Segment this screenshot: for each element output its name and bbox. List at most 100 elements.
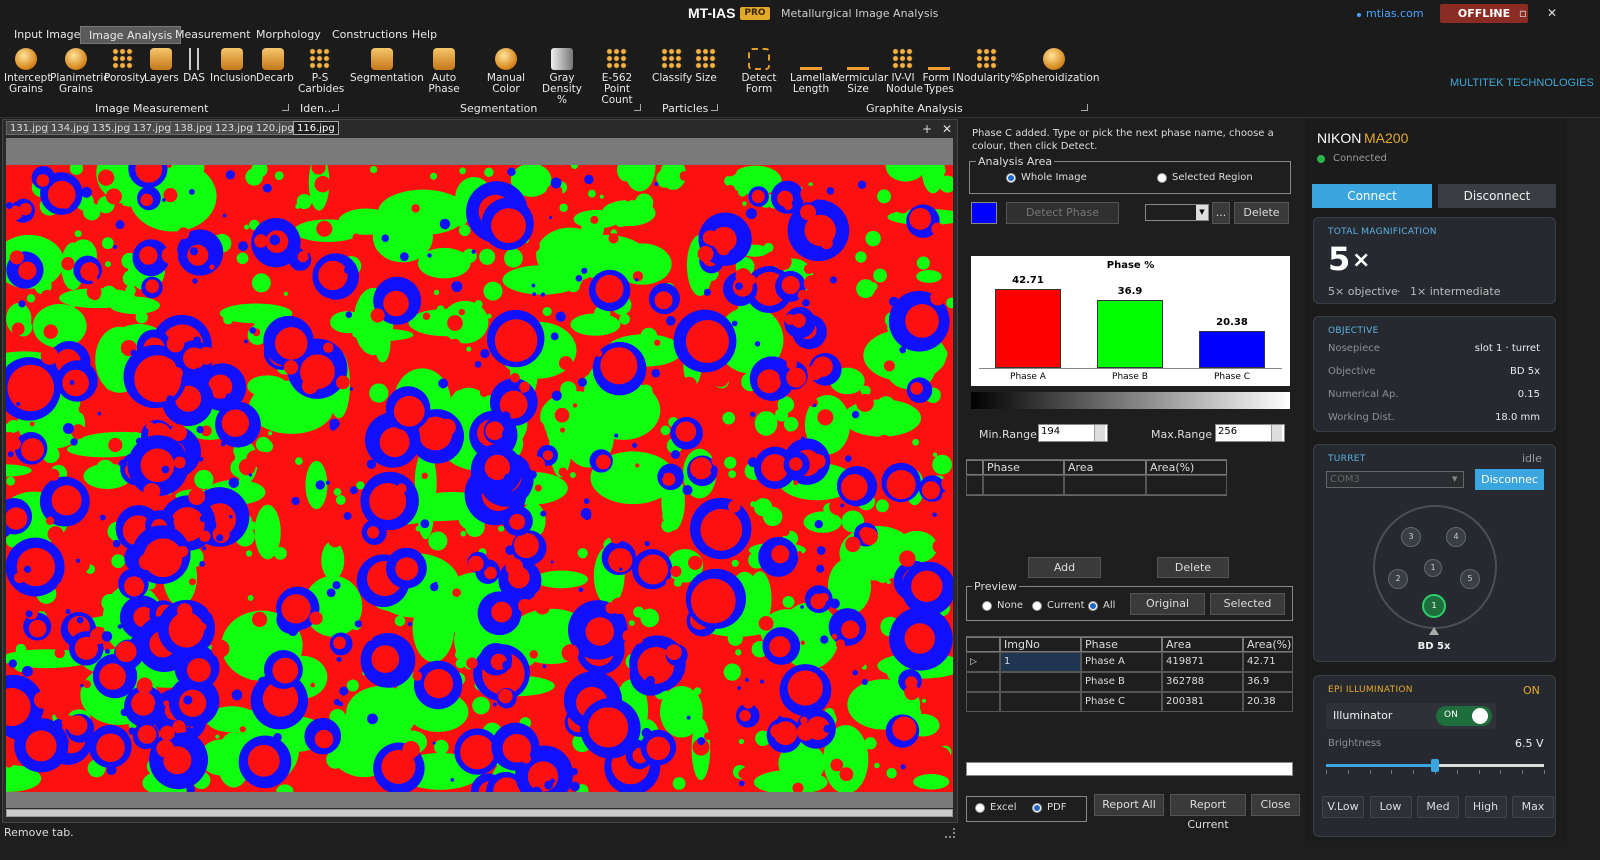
ps-carbides-button[interactable]: P-S Carbides	[298, 48, 344, 95]
grid-cell[interactable]	[1146, 475, 1227, 495]
results-row-header[interactable]	[966, 692, 1000, 712]
group-launcher-icon[interactable]	[282, 104, 289, 111]
detect-form-button[interactable]: Detect Form	[728, 48, 790, 95]
turret-slot-3[interactable]: 3	[1401, 527, 1421, 547]
file-tab[interactable]: 131.jpg	[6, 121, 52, 135]
preview-all-radio[interactable]	[1088, 601, 1098, 611]
resize-grip-icon[interactable]	[945, 828, 955, 838]
close-tab-button[interactable]: ✕	[942, 122, 952, 136]
menu-input-image[interactable]: Input Image	[6, 26, 88, 44]
brightness-level-button[interactable]: V.Low	[1322, 796, 1364, 818]
results-header-area[interactable]: Area	[1162, 637, 1243, 652]
results-cell[interactable]: 419871	[1162, 652, 1243, 672]
pdf-radio[interactable]	[1032, 803, 1042, 813]
menu-morphology[interactable]: Morphology	[248, 26, 329, 44]
selected-button[interactable]: Selected	[1210, 593, 1285, 615]
results-row-header[interactable]: ▷	[966, 652, 1000, 672]
porosity-button[interactable]: Porosity	[104, 48, 146, 84]
form-types-button[interactable]: Form I Types	[922, 48, 956, 95]
toggle-knob[interactable]	[1472, 708, 1488, 724]
file-tab[interactable]: 138.jpg	[170, 121, 216, 135]
microstructure-image[interactable]	[6, 165, 953, 792]
add-button[interactable]: Add	[1028, 557, 1101, 578]
vermicular-size-button[interactable]: Vermicular Size	[832, 48, 888, 95]
size-button[interactable]: Size	[692, 48, 720, 84]
report-current-button[interactable]: Report Current	[1170, 794, 1246, 831]
file-tab[interactable]: 134.jpg	[47, 121, 93, 135]
group-launcher-icon[interactable]	[711, 104, 718, 111]
close-window-button[interactable]: ✕	[1541, 4, 1563, 22]
brightness-level-button[interactable]: Low	[1369, 796, 1412, 818]
results-header-phase[interactable]: Phase	[1081, 637, 1162, 652]
spheroidization-button[interactable]: Spheroidization	[1018, 48, 1100, 84]
turret-slot-5[interactable]: 5	[1460, 569, 1480, 589]
turret-slot-1-active[interactable]: 1	[1422, 594, 1446, 618]
gray-density-button[interactable]: Gray Density %	[538, 48, 586, 106]
preview-none-radio[interactable]	[982, 601, 992, 611]
layers-button[interactable]: Layers	[144, 48, 179, 84]
menu-help[interactable]: Help	[404, 26, 445, 44]
com-port-select[interactable]: COM3	[1326, 471, 1464, 488]
iv-vi-nodule-button[interactable]: IV-VI Nodule	[886, 48, 923, 95]
turret-slot-4[interactable]: 4	[1446, 527, 1466, 547]
max-range-stepper[interactable]	[1271, 425, 1282, 441]
results-cell[interactable]: 1	[1000, 652, 1081, 672]
file-tab-active[interactable]: 116.jpg	[293, 121, 339, 135]
file-tab[interactable]: 123.jpg	[211, 121, 257, 135]
disconnect-button[interactable]: Disconnect	[1438, 184, 1556, 208]
original-button[interactable]: Original	[1130, 593, 1205, 615]
results-cell[interactable]: Phase C	[1081, 692, 1162, 712]
brightness-level-button[interactable]: High	[1464, 796, 1507, 818]
auto-phase-button[interactable]: Auto Phase	[416, 48, 472, 95]
classify-button[interactable]: Classify	[652, 48, 692, 84]
results-cell[interactable]: 200381	[1162, 692, 1243, 712]
menu-constructions[interactable]: Constructions	[324, 26, 416, 44]
manual-color-button[interactable]: Manual Color	[474, 48, 538, 95]
file-tab[interactable]: 120.jpg	[252, 121, 298, 135]
more-button[interactable]: ...	[1212, 202, 1230, 224]
results-cell[interactable]: Phase A	[1081, 652, 1162, 672]
phase-color-swatch[interactable]	[971, 202, 997, 224]
grid-header-area-pct[interactable]: Area(%)	[1146, 460, 1227, 475]
decarb-button[interactable]: Decarb	[256, 48, 294, 84]
results-header-area-pct[interactable]: Area(%)	[1243, 637, 1293, 652]
min-range-stepper[interactable]	[1094, 425, 1105, 441]
brightness-slider-thumb[interactable]	[1431, 759, 1439, 772]
intercept-grains-button[interactable]: Intercept Grains	[4, 48, 51, 95]
results-header-imgno[interactable]: ImgNo	[1000, 637, 1081, 652]
results-cell[interactable]: 42.71	[1243, 652, 1293, 672]
inclusion-button[interactable]: Inclusion	[210, 48, 257, 84]
minimize-button[interactable]: –	[1482, 4, 1504, 22]
grid-header-area[interactable]: Area	[1064, 460, 1146, 475]
menu-measurement[interactable]: Measurement	[167, 26, 259, 44]
chevron-down-icon[interactable]: ▼	[1452, 472, 1463, 487]
connect-button[interactable]: Connect	[1312, 184, 1432, 208]
selected-region-radio[interactable]	[1157, 173, 1167, 183]
add-tab-button[interactable]: +	[922, 122, 932, 136]
file-tab[interactable]: 135.jpg	[88, 121, 134, 135]
excel-radio[interactable]	[975, 803, 985, 813]
grid-cell[interactable]	[1064, 475, 1146, 495]
brightness-level-button[interactable]: Med	[1417, 796, 1459, 818]
chevron-down-icon[interactable]: ▼	[1196, 205, 1208, 220]
results-cell[interactable]: 362788	[1162, 672, 1243, 692]
whole-image-radio[interactable]	[1006, 173, 1016, 183]
group-launcher-icon[interactable]	[1081, 104, 1088, 111]
lamellar-length-button[interactable]: Lamellar Length	[790, 48, 836, 95]
site-link[interactable]: mtias.com	[1366, 7, 1424, 20]
grid-cell[interactable]	[983, 475, 1064, 495]
group-launcher-icon[interactable]	[332, 104, 339, 111]
report-all-button[interactable]: Report All	[1094, 794, 1164, 816]
grid-row-header[interactable]	[966, 475, 983, 495]
horizontal-scrollbar[interactable]	[6, 809, 953, 817]
e562-point-count-button[interactable]: E-562 Point Count	[588, 48, 646, 106]
results-cell[interactable]: Phase B	[1081, 672, 1162, 692]
grid-header-phase[interactable]: Phase	[983, 460, 1064, 475]
das-button[interactable]: DAS	[180, 48, 208, 84]
turret-disconnect-button[interactable]: Disconnec	[1475, 469, 1544, 490]
close-button[interactable]: Close	[1251, 794, 1300, 816]
group-launcher-icon[interactable]	[634, 104, 641, 111]
preview-current-radio[interactable]	[1032, 601, 1042, 611]
segmentation-button[interactable]: Segmentation	[350, 48, 424, 84]
brightness-level-button[interactable]: Max	[1512, 796, 1554, 818]
